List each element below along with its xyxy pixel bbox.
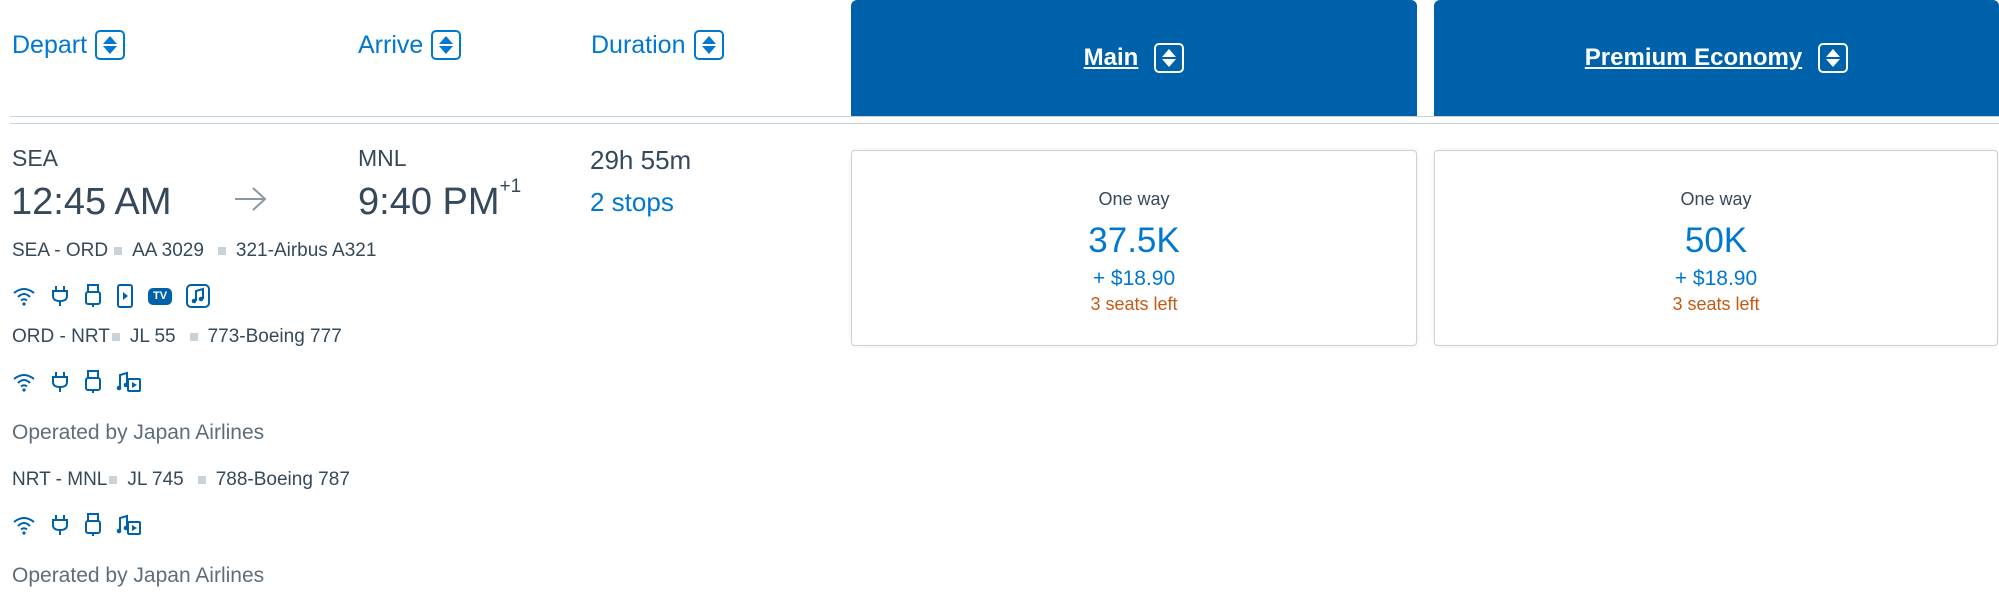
segment-details: ORD - NRT JL 55 773-Boeing 777	[12, 326, 342, 348]
usb-icon[interactable]	[84, 370, 102, 394]
usb-icon[interactable]	[84, 513, 102, 537]
day-offset-badge: +1	[499, 176, 522, 198]
segment-flight-number: JL 745	[127, 469, 184, 490]
main-cabin-label: Main	[1083, 44, 1139, 71]
flight-results: Depart Arrive Duration Main Premium Econ…	[0, 0, 1999, 595]
separator	[197, 476, 206, 484]
header-divider	[10, 116, 1999, 117]
trip-duration: 29h 55m	[590, 145, 692, 175]
stops-details-link[interactable]: 2 stops	[590, 187, 674, 218]
separator	[189, 333, 198, 341]
on-demand-video-icon[interactable]	[116, 284, 134, 308]
trip-type-label: One way	[1098, 189, 1170, 209]
operated-by-label: Operated by Japan Airlines	[12, 421, 265, 444]
premium-economy-cabin-label: Premium Economy	[1584, 44, 1803, 71]
origin-airport-code: SEA	[12, 145, 59, 171]
separator	[217, 247, 226, 255]
premium-economy-fare-card[interactable]: One way 50K + $18.90 3 seats left	[1434, 150, 1998, 346]
segment-details: NRT - MNL JL 745 788-Boeing 787	[12, 469, 350, 491]
segment-aircraft: 788-Boeing 787	[215, 469, 350, 490]
segment-route: SEA - ORD	[12, 240, 109, 261]
sort-by-premium-economy-button[interactable]: Premium Economy	[1434, 0, 1999, 116]
arrive-time: 9:40 PM+1	[358, 176, 521, 224]
arrive-time-value: 9:40 PM	[358, 181, 500, 223]
sort-by-arrive-button[interactable]: Arrive	[358, 30, 462, 60]
main-fare-card[interactable]: One way 37.5K + $18.90 3 seats left	[851, 150, 1417, 346]
destination-airport-code: MNL	[358, 145, 407, 171]
segment-route: ORD - NRT	[12, 326, 110, 347]
wifi-icon[interactable]	[12, 515, 36, 535]
usb-icon[interactable]	[84, 284, 102, 308]
sort-toggle-icon	[1154, 43, 1185, 73]
entertainment-icon[interactable]	[116, 370, 142, 394]
live-tv-icon[interactable]: TV	[148, 287, 172, 305]
seats-left-warning: 3 seats left	[1090, 294, 1178, 314]
wifi-icon[interactable]	[12, 286, 36, 306]
taxes-fees: + $18.90	[1092, 267, 1176, 290]
taxes-fees: + $18.90	[1674, 267, 1758, 290]
segment-route: NRT - MNL	[12, 469, 108, 490]
wifi-icon[interactable]	[12, 372, 36, 392]
sort-by-duration-button[interactable]: Duration	[591, 30, 724, 60]
segment-aircraft: 321-Airbus A321	[235, 240, 377, 261]
power-outlet-icon[interactable]	[50, 514, 70, 536]
sort-by-main-cabin-button[interactable]: Main	[851, 0, 1417, 116]
segment-amenities	[12, 513, 142, 537]
power-outlet-icon[interactable]	[50, 371, 70, 393]
header-divider	[10, 123, 1999, 124]
separator	[111, 333, 120, 341]
segment-amenities	[12, 370, 142, 394]
separator	[109, 476, 118, 484]
depart-time: 12:45 AM	[11, 181, 172, 223]
sort-toggle-icon	[95, 30, 126, 60]
segment-aircraft: 773-Boeing 777	[207, 326, 342, 347]
miles-price: 50K	[1684, 221, 1748, 260]
arrive-sort-label: Arrive	[358, 30, 424, 59]
trip-type-label: One way	[1680, 189, 1752, 209]
miles-price: 37.5K	[1088, 221, 1180, 260]
entertainment-icon[interactable]	[116, 513, 142, 537]
seats-left-warning: 3 seats left	[1672, 294, 1760, 314]
power-outlet-icon[interactable]	[50, 285, 70, 307]
sort-toggle-icon	[431, 30, 462, 60]
segment-amenities: TV	[12, 284, 210, 308]
segment-flight-number: AA 3029	[132, 240, 204, 261]
music-icon[interactable]	[186, 284, 210, 308]
segment-flight-number: JL 55	[129, 326, 176, 347]
sort-by-depart-button[interactable]: Depart	[12, 30, 126, 60]
depart-sort-label: Depart	[12, 30, 88, 59]
segment-details: SEA - ORD AA 3029 321-Airbus A321	[12, 240, 376, 262]
duration-sort-label: Duration	[591, 30, 686, 59]
separator	[114, 247, 123, 255]
sort-toggle-icon	[1818, 43, 1849, 73]
right-arrow-icon	[235, 187, 267, 211]
sort-toggle-icon	[693, 30, 724, 60]
operated-by-label: Operated by Japan Airlines	[12, 564, 265, 587]
